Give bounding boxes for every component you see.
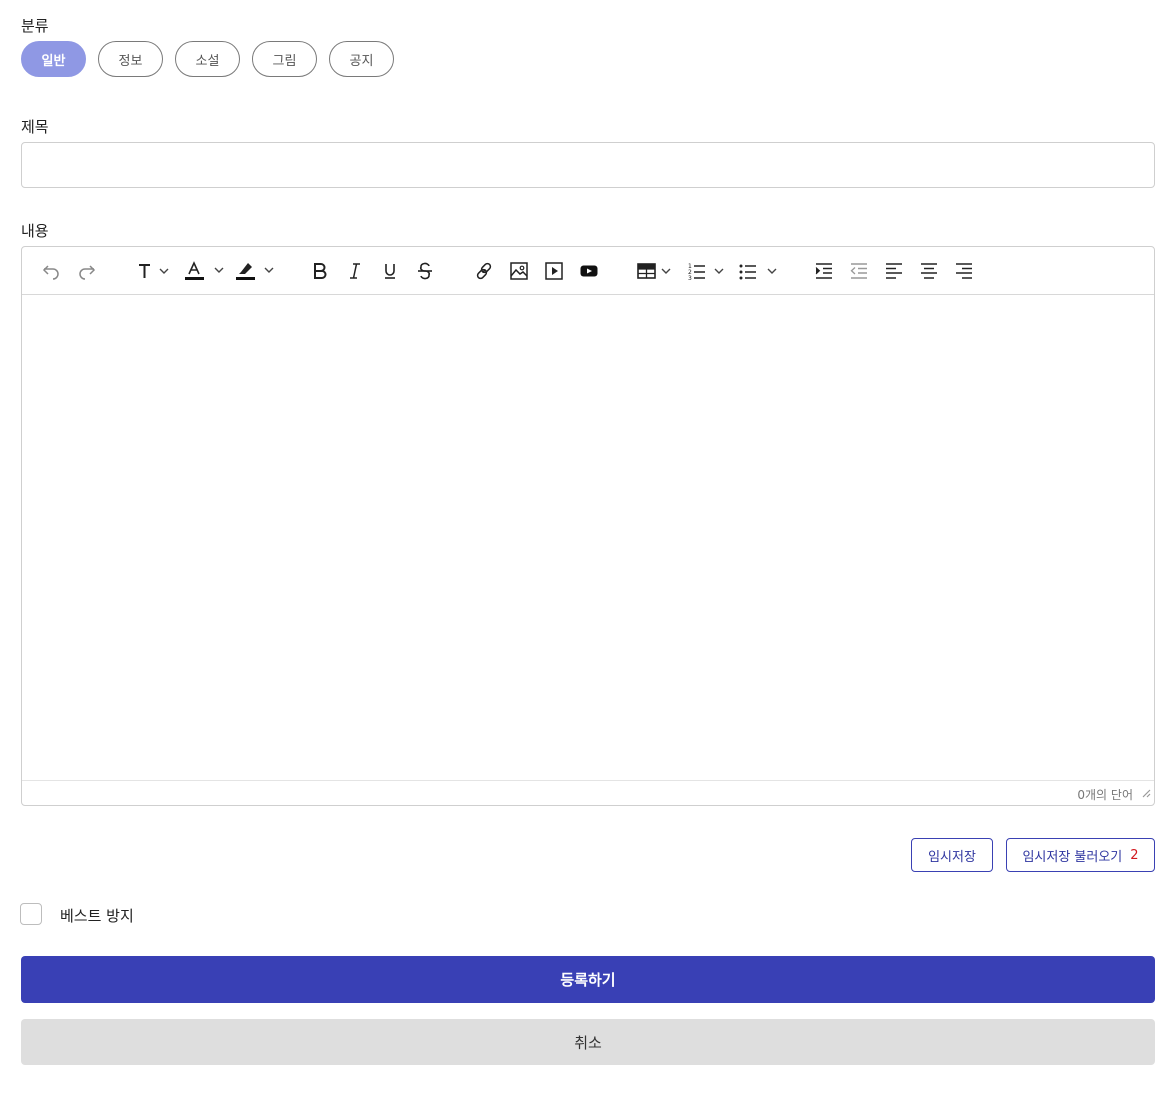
resize-handle-icon[interactable] <box>1141 783 1151 802</box>
word-count: 0개의 단어 <box>1077 788 1133 802</box>
editor-statusbar: 0개의 단어 <box>22 780 1154 805</box>
cancel-button[interactable]: 취소 <box>21 1019 1155 1065</box>
undo-icon[interactable] <box>40 260 62 282</box>
bold-icon[interactable] <box>309 260 331 282</box>
link-icon[interactable] <box>473 260 495 282</box>
table-dropdown[interactable] <box>636 260 676 282</box>
strikethrough-icon[interactable] <box>414 260 436 282</box>
align-right-icon[interactable] <box>953 260 975 282</box>
font-size-dropdown[interactable] <box>134 260 174 282</box>
rich-text-editor: 123 0개의 단어 <box>21 246 1155 806</box>
svg-text:3: 3 <box>688 275 692 281</box>
editor-content-area[interactable] <box>22 295 1154 780</box>
underline-icon[interactable] <box>379 260 401 282</box>
category-chip-notice[interactable]: 공지 <box>329 41 394 77</box>
youtube-icon[interactable] <box>578 260 600 282</box>
category-chip-info[interactable]: 정보 <box>98 41 163 77</box>
content-label: 내용 <box>21 222 49 240</box>
category-chip-group: 일반 정보 소설 그림 공지 <box>21 41 394 77</box>
category-chip-novel[interactable]: 소설 <box>175 41 240 77</box>
best-prevent-checkbox[interactable] <box>20 903 42 925</box>
numbered-list-dropdown[interactable]: 123 <box>687 260 729 282</box>
redo-icon[interactable] <box>76 260 98 282</box>
draft-count-badge: 2 <box>1130 847 1139 863</box>
indent-icon[interactable] <box>813 260 835 282</box>
category-label: 분류 <box>21 17 49 35</box>
align-center-icon[interactable] <box>918 260 940 282</box>
save-draft-button[interactable]: 임시저장 <box>911 838 993 872</box>
outdent-icon[interactable] <box>848 260 870 282</box>
load-draft-label: 임시저장 불러오기 <box>1022 849 1123 865</box>
title-input[interactable] <box>21 142 1155 188</box>
font-color-dropdown[interactable] <box>182 260 228 282</box>
image-icon[interactable] <box>508 260 530 282</box>
best-prevent-label[interactable]: 베스트 방지 <box>60 905 134 926</box>
media-embed-icon[interactable] <box>543 260 565 282</box>
italic-icon[interactable] <box>344 260 366 282</box>
submit-button[interactable]: 등록하기 <box>21 956 1155 1003</box>
category-chip-drawing[interactable]: 그림 <box>252 41 317 77</box>
load-draft-button[interactable]: 임시저장 불러오기 2 <box>1006 838 1155 872</box>
save-draft-label: 임시저장 <box>928 849 976 865</box>
bulleted-list-dropdown[interactable] <box>738 260 780 282</box>
title-label: 제목 <box>21 118 49 136</box>
highlight-color-dropdown[interactable] <box>233 260 279 282</box>
align-left-icon[interactable] <box>883 260 905 282</box>
category-chip-general[interactable]: 일반 <box>21 41 86 77</box>
editor-toolbar: 123 <box>22 247 1154 295</box>
